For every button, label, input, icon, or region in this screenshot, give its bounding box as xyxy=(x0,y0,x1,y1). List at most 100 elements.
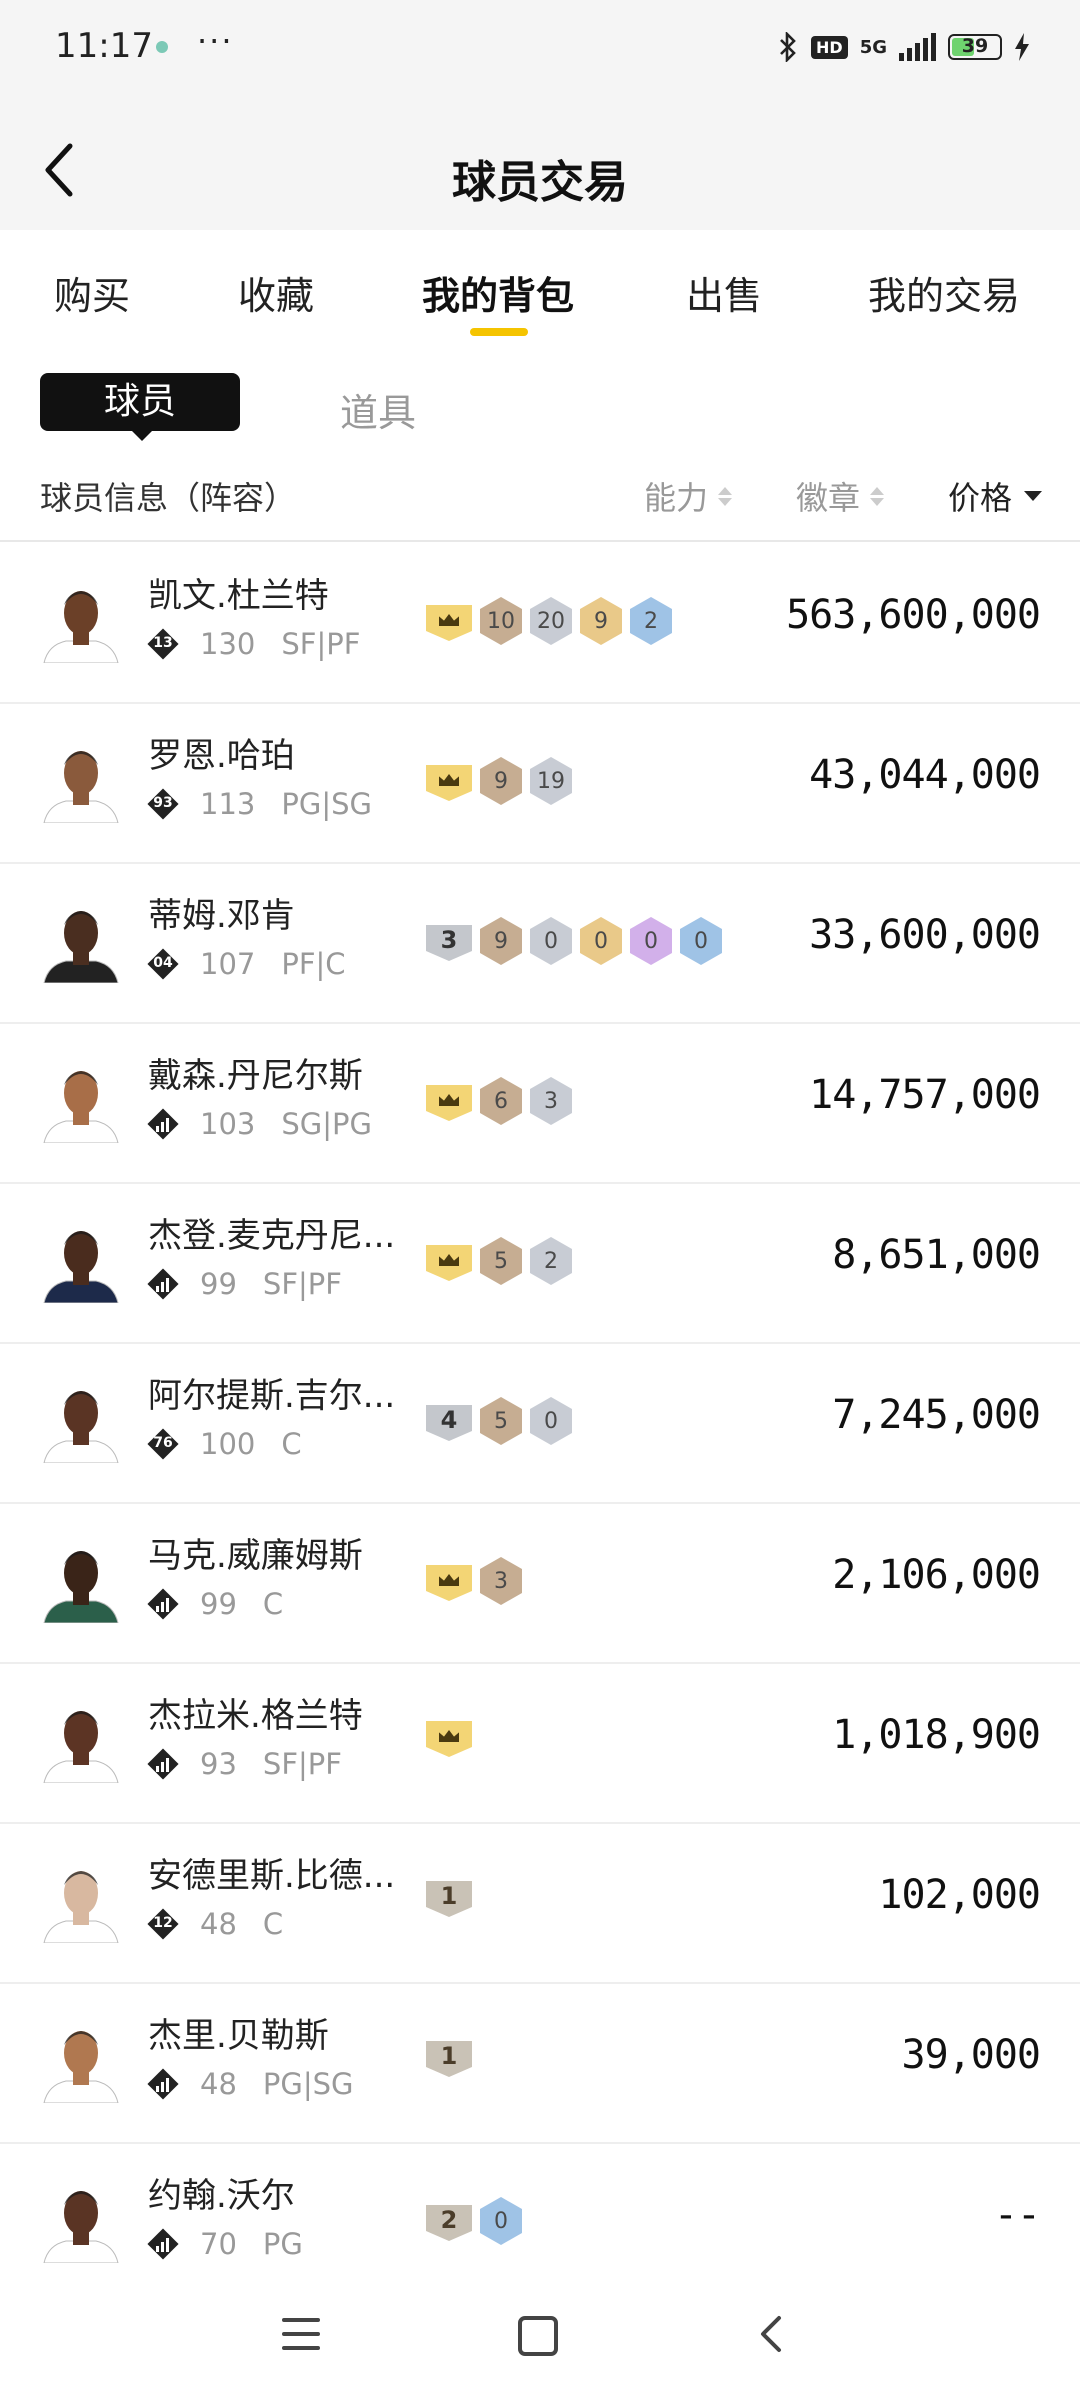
status-bar: 11:17 ··· HD 5G 39 xyxy=(0,0,1080,100)
recent-apps-button[interactable] xyxy=(282,2318,320,2350)
jersey-number: 04 xyxy=(153,955,173,971)
tab-my-trades[interactable]: 我的交易 xyxy=(868,265,1020,320)
tab-my-backpack[interactable]: 我的背包 xyxy=(422,265,574,320)
player-price: 39,000 xyxy=(901,2032,1041,2078)
player-price: -- xyxy=(993,2192,1041,2238)
player-avatar xyxy=(38,1537,124,1623)
sort-price[interactable]: 价格 xyxy=(948,473,1043,519)
player-name: 阿尔提斯.吉尔... xyxy=(148,1376,396,1416)
badge-silver: 2 xyxy=(530,1237,572,1285)
home-button[interactable] xyxy=(518,2316,558,2356)
player-name: 罗恩.哈珀 xyxy=(148,736,295,776)
player-position: SG|PG xyxy=(281,1107,372,1141)
bluetooth-icon xyxy=(780,32,796,62)
player-position: PF|C xyxy=(281,947,346,981)
player-position: PG|SG xyxy=(262,2067,354,2101)
player-meta: 04 107 PF|C xyxy=(148,947,346,981)
player-price: 563,600,000 xyxy=(786,592,1041,638)
crown-rank-icon xyxy=(426,605,472,641)
player-badges: 20 xyxy=(426,2197,522,2245)
player-price: 1,018,900 xyxy=(832,1712,1041,1758)
player-name: 凯文.杜兰特 xyxy=(148,576,329,616)
badge-purple: 0 xyxy=(630,917,672,965)
player-avatar xyxy=(38,577,124,663)
sort-badge[interactable]: 徽章 xyxy=(796,473,885,519)
player-position: C xyxy=(281,1427,302,1461)
player-meta: 99 SF|PF xyxy=(148,1267,342,1301)
player-badges: 3 xyxy=(426,1557,522,1605)
player-row[interactable]: 蒂姆.邓肯 04 107 PF|C 3 9 0 0 0 0 33,600,000 xyxy=(0,862,1080,1024)
badge-bronze: 5 xyxy=(480,1237,522,1285)
sort-badge-label: 徽章 xyxy=(796,479,861,517)
player-position: SF|PF xyxy=(262,1267,342,1301)
player-row[interactable]: 杰里.贝勒斯 48 PG|SG 1 39,000 xyxy=(0,1982,1080,2144)
player-avatar xyxy=(38,737,124,823)
subtab-players[interactable]: 球员 xyxy=(40,373,240,441)
more-notifications-icon: ··· xyxy=(197,22,234,60)
player-rating: 107 xyxy=(200,947,256,981)
system-back-button[interactable] xyxy=(755,2314,785,2354)
player-row[interactable]: 杰登.麦克丹尼... 99 SF|PF 5 2 8,651,000 xyxy=(0,1182,1080,1344)
jersey-number: 76 xyxy=(153,1435,173,1451)
player-row[interactable]: 戴森.丹尼尔斯 103 SG|PG 6 3 14,757,000 xyxy=(0,1022,1080,1184)
player-rating: 48 xyxy=(200,2067,237,2101)
tab-buy[interactable]: 购买 xyxy=(54,265,130,320)
player-name: 蒂姆.邓肯 xyxy=(148,896,295,936)
player-meta: 93 SF|PF xyxy=(148,1747,342,1781)
player-name: 杰拉米.格兰特 xyxy=(148,1696,363,1736)
player-badges: 52 xyxy=(426,1237,572,1285)
active-tab-indicator xyxy=(470,328,528,336)
jersey-number: 93 xyxy=(153,795,173,811)
sort-price-label: 价格 xyxy=(948,479,1013,517)
stats-icon xyxy=(148,2069,178,2099)
player-badges: 1 xyxy=(426,2037,472,2077)
sort-desc-icon xyxy=(1024,491,1043,501)
badge-silver: 20 xyxy=(530,597,572,645)
status-icons: HD 5G 39 xyxy=(777,32,1030,62)
player-row[interactable]: 杰拉米.格兰特 93 SF|PF 1,018,900 xyxy=(0,1662,1080,1824)
charging-icon xyxy=(1015,33,1029,61)
player-avatar xyxy=(38,1057,124,1143)
player-price: 43,044,000 xyxy=(809,752,1041,798)
badge-blue: 0 xyxy=(680,917,722,965)
tab-favorites[interactable]: 收藏 xyxy=(238,265,314,320)
rank-level: 1 xyxy=(426,1881,472,1917)
player-rating: 103 xyxy=(200,1107,256,1141)
player-badges: 390000 xyxy=(426,917,722,965)
crown-rank-icon xyxy=(426,1565,472,1601)
tab-sell[interactable]: 出售 xyxy=(686,265,762,320)
crown-rank-icon xyxy=(426,1245,472,1281)
player-badges: 63 xyxy=(426,1077,572,1125)
signal-icon xyxy=(899,33,936,61)
column-player-info: 球员信息（阵容） xyxy=(40,479,297,517)
player-badges: 9 19 xyxy=(426,757,572,805)
battery-icon: 39 xyxy=(948,34,1002,60)
player-rating: 100 xyxy=(200,1427,256,1461)
player-row[interactable]: 安德里斯.比德... 12 48 C 1 102,000 xyxy=(0,1822,1080,1984)
player-row[interactable]: 马克.威廉姆斯 99 C 3 2,106,000 xyxy=(0,1502,1080,1664)
player-position: PG xyxy=(262,2227,303,2261)
sort-ability-label: 能力 xyxy=(644,479,709,517)
player-rating: 113 xyxy=(200,787,256,821)
jersey-number-icon: 13 xyxy=(148,629,178,659)
app-notification-icon xyxy=(156,41,168,53)
crown-rank-icon xyxy=(426,1721,472,1757)
player-badges: 450 xyxy=(426,1397,572,1445)
sort-ability[interactable]: 能力 xyxy=(644,473,733,519)
player-price: 7,245,000 xyxy=(832,1392,1041,1438)
player-rating: 99 xyxy=(200,1267,237,1301)
subtab-items[interactable]: 道具 xyxy=(340,382,416,437)
sort-icon xyxy=(870,486,885,506)
stats-icon xyxy=(148,1749,178,1779)
page-header: 球员交易 xyxy=(0,100,1080,230)
player-row[interactable]: 罗恩.哈珀 93 113 PG|SG 9 19 43,044,000 xyxy=(0,702,1080,864)
badge-bronze: 9 xyxy=(480,757,522,805)
player-price: 33,600,000 xyxy=(809,912,1041,958)
player-row[interactable]: 阿尔提斯.吉尔... 76 100 C 4 5 0 7,245,000 xyxy=(0,1342,1080,1504)
player-meta: 76 100 C xyxy=(148,1427,302,1461)
player-name: 戴森.丹尼尔斯 xyxy=(148,1056,363,1096)
player-position: SF|PF xyxy=(281,627,361,661)
badge-bronze: 6 xyxy=(480,1077,522,1125)
player-badges: 10 20 9 2 xyxy=(426,597,672,645)
player-row[interactable]: 凯文.杜兰特 13 130 SF|PF 10 20 9 2 563,600,000 xyxy=(0,542,1080,704)
